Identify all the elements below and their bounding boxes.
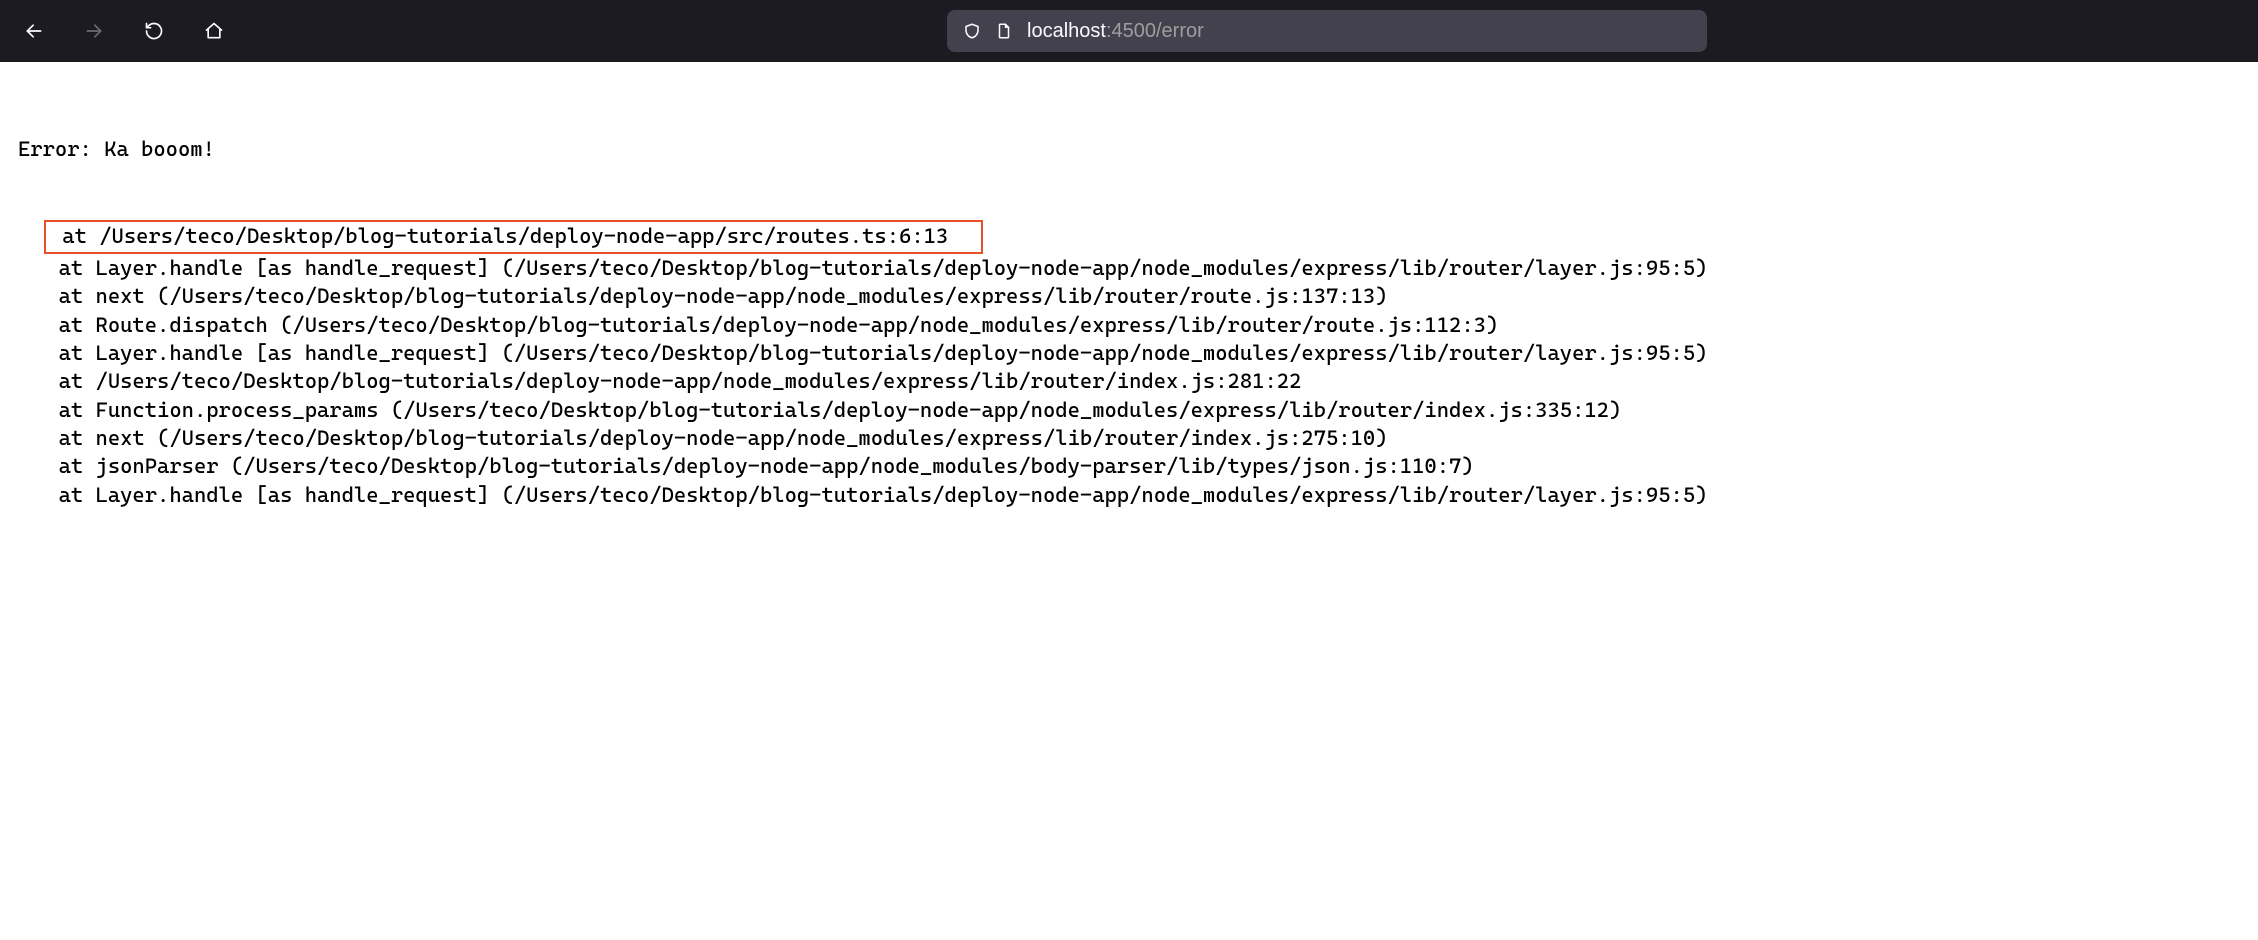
- reload-button[interactable]: [140, 17, 168, 45]
- forward-button[interactable]: [80, 17, 108, 45]
- arrow-left-icon: [24, 21, 44, 41]
- stack-line: at jsonParser (/Users/teco/Desktop/blog-…: [18, 452, 2240, 480]
- stack-line: at Function.process_params (/Users/teco/…: [18, 396, 2240, 424]
- error-header: Error: Ka booom!: [18, 135, 2240, 163]
- address-bar-container: localhost:4500/error: [416, 10, 2238, 52]
- shield-icon: [963, 22, 981, 40]
- stack-line: at /Users/teco/Desktop/blog-tutorials/de…: [18, 367, 2240, 395]
- stack-line: at Layer.handle [as handle_request] (/Us…: [18, 339, 2240, 367]
- stack-line: at Route.dispatch (/Users/teco/Desktop/b…: [18, 311, 2240, 339]
- reload-icon: [144, 21, 164, 41]
- stack-trace: at /Users/teco/Desktop/blog-tutorials/de…: [18, 220, 2240, 509]
- stack-line-highlighted: at /Users/teco/Desktop/blog-tutorials/de…: [18, 220, 2240, 254]
- url-text: localhost:4500/error: [1027, 20, 1204, 43]
- stack-line: at Layer.handle [as handle_request] (/Us…: [18, 481, 2240, 509]
- stack-line: at next (/Users/teco/Desktop/blog-tutori…: [18, 282, 2240, 310]
- error-page-content: Error: Ka booom! at /Users/teco/Desktop/…: [0, 62, 2258, 554]
- url-rest: :4500/error: [1106, 20, 1204, 43]
- browser-toolbar: localhost:4500/error: [0, 0, 2258, 62]
- arrow-right-icon: [84, 21, 104, 41]
- nav-buttons: [20, 17, 228, 45]
- url-host: localhost: [1027, 20, 1106, 43]
- back-button[interactable]: [20, 17, 48, 45]
- stack-line: at Layer.handle [as handle_request] (/Us…: [18, 254, 2240, 282]
- address-bar[interactable]: localhost:4500/error: [947, 10, 1707, 52]
- document-icon: [995, 22, 1013, 40]
- highlight-annotation: at /Users/teco/Desktop/blog-tutorials/de…: [44, 220, 983, 254]
- stack-line: at next (/Users/teco/Desktop/blog-tutori…: [18, 424, 2240, 452]
- home-button[interactable]: [200, 17, 228, 45]
- home-icon: [204, 21, 224, 41]
